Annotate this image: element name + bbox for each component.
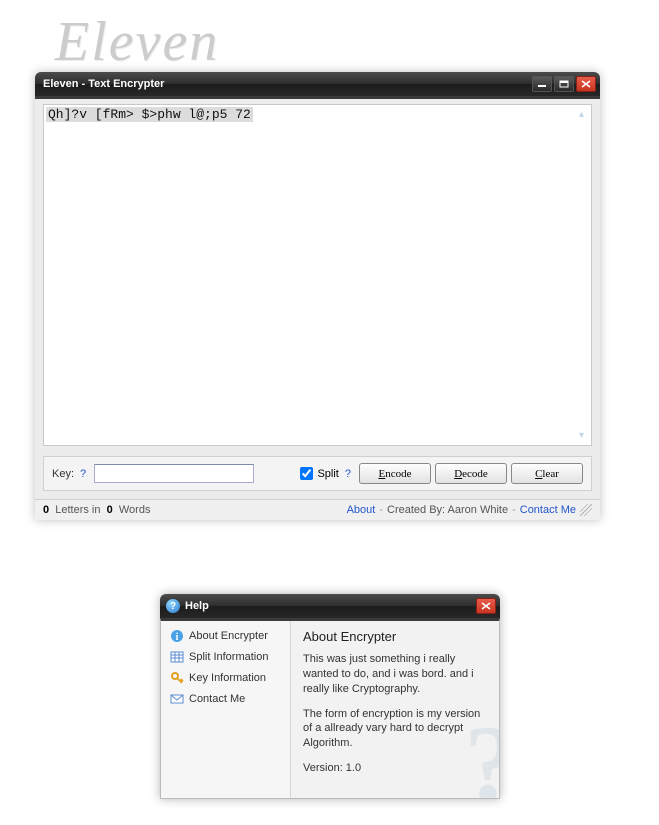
controls-row: Key: ? Split ? Encode Decode Clear	[43, 456, 592, 491]
help-version: Version: 1.0	[303, 761, 487, 776]
window-body: Qh]?v [fRm> $>phw l@;p5 72 ▴ ▾ Key: ? Sp…	[35, 96, 600, 499]
window-title: Eleven - Text Encrypter	[43, 78, 530, 90]
help-close-button[interactable]	[476, 598, 496, 614]
grid-icon	[169, 649, 184, 664]
status-bar: 0 Letters in 0 Words About - Created By:…	[35, 499, 600, 520]
nav-key-information[interactable]: Key Information	[161, 667, 290, 688]
text-area[interactable]: Qh]?v [fRm> $>phw l@;p5 72 ▴ ▾	[43, 104, 592, 446]
help-paragraph-2: The form of encryption is my version of …	[303, 707, 487, 752]
about-link[interactable]: About	[347, 504, 376, 516]
status-left: 0 Letters in 0 Words	[43, 504, 347, 516]
nav-about-encrypter[interactable]: i About Encrypter	[161, 625, 290, 646]
help-title-icon: ?	[166, 599, 180, 613]
contact-link[interactable]: Contact Me	[520, 504, 576, 516]
help-heading: About Encrypter	[303, 629, 487, 644]
letters-count: 0	[43, 504, 49, 516]
nav-label: About Encrypter	[189, 630, 268, 642]
minimize-icon	[537, 80, 547, 88]
help-titlebar[interactable]: ? Help	[160, 594, 500, 618]
key-label: Key:	[52, 468, 74, 480]
mail-icon	[169, 691, 184, 706]
split-label: Split	[317, 468, 338, 480]
scroll-down-icon[interactable]: ▾	[574, 428, 589, 443]
svg-text:i: i	[175, 632, 178, 643]
split-checkbox[interactable]	[300, 467, 313, 480]
help-body: i About Encrypter Split Information Key …	[160, 618, 500, 799]
key-icon	[169, 670, 184, 685]
resize-grip[interactable]	[580, 504, 592, 516]
key-help-icon[interactable]: ?	[80, 468, 86, 480]
help-paragraph-1: This was just something i really wanted …	[303, 652, 487, 697]
help-title: Help	[185, 600, 474, 612]
split-help-icon[interactable]: ?	[345, 468, 351, 480]
maximize-icon	[559, 80, 569, 88]
minimize-button[interactable]	[532, 76, 552, 92]
letters-label: Letters in	[55, 504, 100, 516]
info-icon: i	[169, 628, 184, 643]
nav-contact-me[interactable]: Contact Me	[161, 688, 290, 709]
key-input[interactable]	[94, 464, 254, 483]
nav-label: Contact Me	[189, 693, 245, 705]
nav-label: Key Information	[189, 672, 266, 684]
text-content: Qh]?v [fRm> $>phw l@;p5 72	[46, 107, 253, 122]
help-content: ? About Encrypter This was just somethin…	[291, 621, 499, 798]
clear-button[interactable]: Clear	[511, 463, 583, 484]
main-window: Eleven - Text Encrypter Qh]?v [fRm> $>ph…	[35, 72, 600, 520]
nav-label: Split Information	[189, 651, 268, 663]
separator: -	[512, 504, 516, 516]
close-icon	[581, 80, 591, 88]
words-label: Words	[119, 504, 151, 516]
titlebar[interactable]: Eleven - Text Encrypter	[35, 72, 600, 96]
encode-button[interactable]: Encode	[359, 463, 431, 484]
maximize-button[interactable]	[554, 76, 574, 92]
help-nav: i About Encrypter Split Information Key …	[161, 621, 291, 798]
scroll-up-icon[interactable]: ▴	[574, 107, 589, 122]
nav-split-information[interactable]: Split Information	[161, 646, 290, 667]
separator: -	[379, 504, 383, 516]
created-by-label: Created By: Aaron White	[387, 504, 508, 516]
app-logo: Eleven	[55, 10, 219, 74]
close-button[interactable]	[576, 76, 596, 92]
close-icon	[481, 602, 491, 610]
words-count: 0	[107, 504, 113, 516]
decode-button[interactable]: Decode	[435, 463, 507, 484]
help-window: ? Help i About Encrypter Split Informati…	[160, 594, 500, 799]
